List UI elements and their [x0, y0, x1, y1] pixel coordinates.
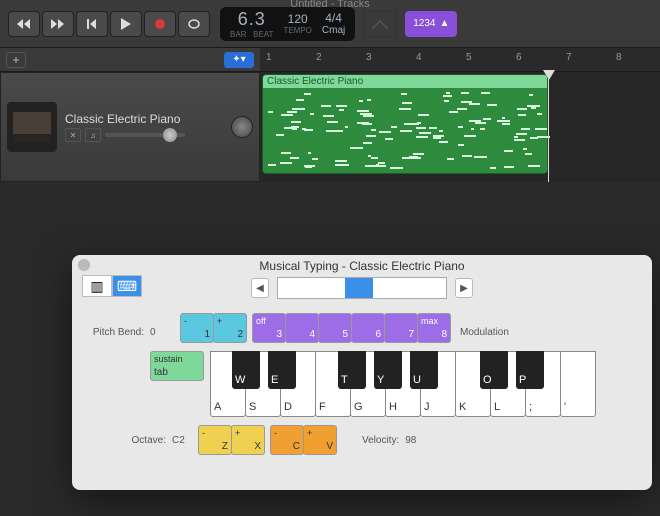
velocity-label: Velocity:	[362, 435, 399, 446]
black-key-T[interactable]: T	[338, 351, 366, 389]
solo-button[interactable]: ♫	[85, 128, 101, 142]
modulation-key-8[interactable]: max8	[417, 313, 451, 343]
ruler-mark: 5	[466, 52, 472, 63]
record-button[interactable]	[144, 11, 176, 37]
sustain-key[interactable]: sustain tab	[150, 351, 204, 381]
lcd-bar: 6	[238, 9, 249, 29]
pitch-bend-down-key[interactable]: -1	[180, 313, 214, 343]
ruler-mark: 6	[516, 52, 522, 63]
lcd-beat-label: BEAT	[253, 30, 273, 39]
forward-button[interactable]	[42, 11, 74, 37]
lcd-display[interactable]: 6.3 BAR BEAT 120 TEMPO 4/4 Cmaj	[220, 7, 355, 41]
pan-knob[interactable]	[231, 116, 253, 138]
octave-right-button[interactable]: ▶	[455, 278, 473, 298]
ruler-mark: 4	[416, 52, 422, 63]
musical-typing-window[interactable]: Musical Typing - Classic Electric Piano …	[72, 255, 652, 490]
keyboard-tab-typing[interactable]: ⌨	[112, 275, 142, 297]
modulation-key-3[interactable]: off3	[252, 313, 286, 343]
metronome-icon: ▲	[439, 18, 449, 29]
black-key-E[interactable]: E	[268, 351, 296, 389]
master-meter[interactable]	[363, 11, 397, 37]
midi-region[interactable]: Classic Electric Piano	[262, 74, 548, 174]
track-lane[interactable]: Classic Electric Piano	[260, 72, 660, 182]
musical-typing-title: Musical Typing - Classic Electric Piano	[72, 255, 652, 275]
modulation-key-6[interactable]: 6	[351, 313, 385, 343]
modulation-label: Modulation	[460, 313, 509, 338]
pitch-bend-label: Pitch Bend:	[86, 313, 144, 338]
modulation-key-5[interactable]: 5	[318, 313, 352, 343]
black-key-W[interactable]: W	[232, 351, 260, 389]
lcd-tempo-label: TEMPO	[283, 26, 311, 35]
ruler-mark: 1	[266, 52, 272, 63]
octave-up-key[interactable]: +X	[231, 425, 265, 455]
playhead[interactable]	[548, 72, 549, 182]
ruler-mark: 3	[366, 52, 372, 63]
black-key-O[interactable]: O	[480, 351, 508, 389]
modulation-key-4[interactable]: 4	[285, 313, 319, 343]
track-header-row: + ✦▾ 1 2 3 4 5 6 7 8	[0, 48, 660, 72]
mute-button[interactable]: ✕	[65, 128, 81, 142]
volume-slider[interactable]	[105, 133, 185, 137]
track-filter-button[interactable]: ✦▾	[224, 52, 254, 68]
keyboard-tab-piano[interactable]: ▥	[82, 275, 112, 297]
white-key-'[interactable]: '	[560, 351, 596, 417]
pitch-bend-up-key[interactable]: +2	[213, 313, 247, 343]
count-in-button[interactable]: 1234 ▲	[405, 11, 457, 37]
track-instrument-icon	[7, 102, 57, 152]
cycle-button[interactable]	[178, 11, 210, 37]
ruler-mark: 7	[566, 52, 572, 63]
add-track-button[interactable]: +	[6, 52, 26, 68]
transport-controls	[8, 11, 212, 37]
octave-down-key[interactable]: -Z	[198, 425, 232, 455]
black-key-P[interactable]: P	[516, 351, 544, 389]
track-header[interactable]: Classic Electric Piano ✕ ♫	[0, 72, 260, 182]
modulation-key-7[interactable]: 7	[384, 313, 418, 343]
midi-notes	[263, 88, 547, 174]
ruler-mark: 2	[316, 52, 322, 63]
pitch-bend-value: 0	[150, 313, 174, 338]
velocity-up-key[interactable]: +V	[303, 425, 337, 455]
rewind-button[interactable]	[8, 11, 40, 37]
typing-keyboard: ASDFGHJKL;'WETYUOP	[210, 351, 595, 417]
track-row: Classic Electric Piano ✕ ♫ Classic Elect…	[0, 72, 660, 182]
octave-label: Octave:	[132, 435, 166, 446]
timeline-ruler[interactable]: 1 2 3 4 5 6 7 8	[260, 48, 660, 71]
region-label: Classic Electric Piano	[263, 75, 547, 88]
lcd-key: Cmaj	[322, 25, 345, 36]
lcd-beat: 3	[255, 9, 266, 29]
black-key-U[interactable]: U	[410, 351, 438, 389]
count-in-label: 1234	[413, 18, 435, 29]
go-to-start-button[interactable]	[76, 11, 108, 37]
lcd-bar-label: BAR	[230, 30, 246, 39]
lcd-tempo: 120	[283, 12, 311, 26]
octave-left-button[interactable]: ◀	[251, 278, 269, 298]
octave-value: C2	[172, 425, 192, 446]
ruler-mark: 8	[616, 52, 622, 63]
velocity-value: 98	[405, 425, 416, 446]
mini-keyboard[interactable]	[277, 277, 447, 299]
window-title: Untitled - Tracks	[290, 0, 369, 10]
close-button[interactable]	[78, 259, 90, 271]
velocity-down-key[interactable]: -C	[270, 425, 304, 455]
play-button[interactable]	[110, 11, 142, 37]
lcd-timesig: 4/4	[322, 11, 345, 25]
track-name: Classic Electric Piano	[65, 112, 223, 126]
black-key-Y[interactable]: Y	[374, 351, 402, 389]
